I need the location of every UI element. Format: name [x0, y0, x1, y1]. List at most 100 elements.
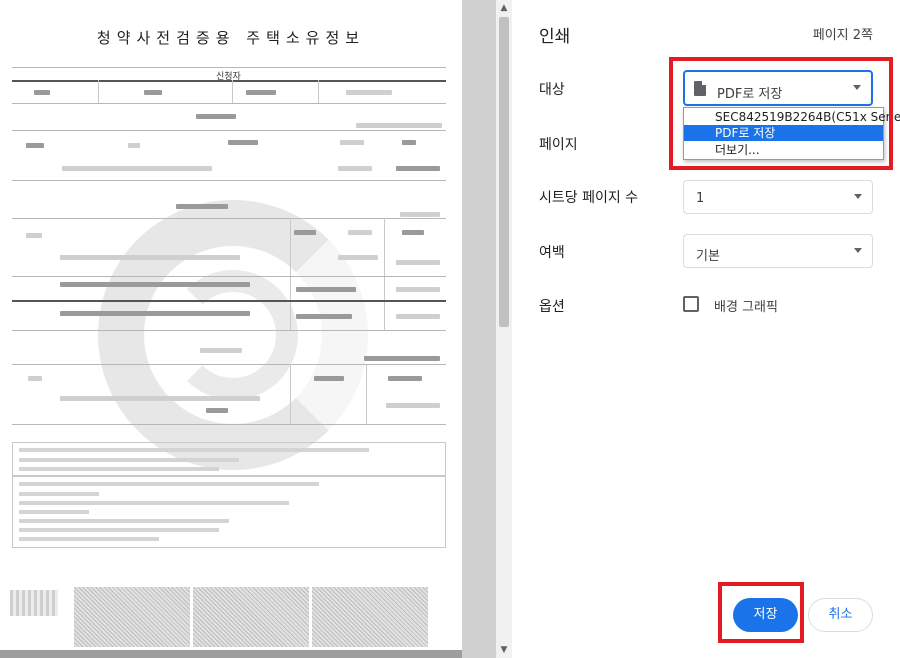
- table-divider: [366, 364, 367, 424]
- redacted-text: [346, 90, 392, 95]
- notice-text: [19, 501, 289, 505]
- redacted-text: [396, 260, 440, 265]
- redacted-text: [34, 90, 50, 95]
- redacted-text: [356, 123, 442, 128]
- redacted-text: [62, 166, 212, 171]
- table-divider: [290, 218, 291, 330]
- panel-title: 인쇄: [539, 27, 571, 47]
- background-graphics-checkbox[interactable]: [683, 296, 699, 312]
- notice-text: [19, 510, 89, 514]
- scroll-thumb[interactable]: [499, 17, 509, 327]
- destination-option-printer[interactable]: SEC842519B2264B(C51x Series): [684, 109, 900, 125]
- redacted-text: [294, 230, 316, 235]
- table-rule: [12, 276, 446, 277]
- destination-value: PDF로 저장: [717, 87, 783, 102]
- redacted-text: [386, 403, 440, 408]
- pages-per-sheet-value: 1: [696, 191, 705, 206]
- preview-scrollbar[interactable]: ▲ ▼: [496, 0, 512, 658]
- redacted-text: [26, 233, 42, 238]
- table-divider: [232, 80, 233, 103]
- margins-value: 기본: [696, 249, 720, 264]
- redacted-text: [144, 90, 162, 95]
- scroll-up-icon[interactable]: ▲: [496, 0, 512, 16]
- redacted-text: [196, 114, 236, 119]
- redacted-text: [60, 282, 250, 287]
- table-rule: [12, 130, 446, 131]
- print-preview: 청약사전검증용 주택소유정보 신청자 ▲ ▼: [0, 0, 512, 658]
- redacted-text: [206, 408, 228, 413]
- table-rule: [12, 218, 446, 219]
- notice-box: [12, 476, 446, 548]
- document-title: 청약사전검증용 주택소유정보: [96, 29, 366, 47]
- redacted-text: [60, 311, 250, 316]
- table-rule: [12, 103, 446, 104]
- table-rule: [12, 80, 446, 82]
- save-button[interactable]: 저장: [733, 598, 798, 632]
- redacted-text: [228, 140, 258, 145]
- notice-text: [19, 519, 229, 523]
- table-rule: [12, 364, 446, 365]
- notice-text: [19, 448, 369, 452]
- preview-page: 청약사전검증용 주택소유정보 신청자: [0, 0, 462, 650]
- table-rule: [12, 330, 446, 331]
- preview-background: [462, 0, 496, 658]
- barcode-noise: [312, 587, 428, 647]
- redacted-text: [396, 314, 440, 319]
- barcode-noise: [74, 587, 190, 647]
- redacted-text: [28, 376, 42, 381]
- table-divider: [318, 80, 319, 103]
- table-divider: [98, 80, 99, 103]
- redacted-text: [396, 287, 440, 292]
- table-rule: [12, 67, 446, 68]
- notice-text: [19, 492, 99, 496]
- background-graphics-label: 배경 그래픽: [714, 300, 778, 315]
- table-rule: [12, 424, 446, 425]
- barcode-stamp: [10, 590, 58, 616]
- margins-select[interactable]: 기본: [683, 234, 873, 268]
- redacted-text: [338, 255, 378, 260]
- redacted-text: [402, 230, 424, 235]
- destination-option-more[interactable]: 더보기...: [684, 142, 883, 158]
- destination-label: 대상: [539, 82, 565, 98]
- margins-label: 여백: [539, 245, 565, 261]
- redacted-text: [402, 140, 416, 145]
- redacted-text: [296, 287, 356, 292]
- page-count: 페이지 2쪽: [812, 28, 873, 43]
- destination-select[interactable]: PDF로 저장: [683, 70, 873, 106]
- watermark-inner: [168, 270, 298, 400]
- chevron-down-icon: [853, 85, 861, 90]
- redacted-text: [388, 376, 422, 381]
- chevron-down-icon: [854, 194, 862, 199]
- print-settings-panel: 인쇄 페이지 2쪽 대상 PDF로 저장 SEC842519B2264B(C51…: [512, 0, 900, 658]
- destination-option-save-pdf[interactable]: PDF로 저장: [684, 125, 883, 141]
- notice-text: [19, 482, 319, 486]
- redacted-text: [314, 376, 344, 381]
- redacted-text: [296, 314, 352, 319]
- scroll-down-icon[interactable]: ▼: [496, 642, 512, 658]
- table-divider: [290, 364, 291, 424]
- pages-label: 페이지: [539, 137, 578, 153]
- redacted-text: [340, 140, 364, 145]
- barcode-noise: [193, 587, 309, 647]
- redacted-text: [128, 143, 140, 148]
- notice-text: [19, 537, 159, 541]
- redacted-text: [246, 90, 276, 95]
- notice-text: [19, 528, 219, 532]
- redacted-text: [396, 166, 440, 171]
- redacted-text: [400, 212, 440, 217]
- redacted-text: [176, 204, 228, 209]
- redacted-text: [60, 396, 260, 401]
- table-rule: [12, 300, 446, 302]
- pages-per-sheet-select[interactable]: 1: [683, 180, 873, 214]
- destination-dropdown-menu: SEC842519B2264B(C51x Series) PDF로 저장 더보기…: [683, 107, 900, 160]
- document-icon: [694, 81, 706, 96]
- notice-box: [12, 442, 446, 476]
- table-rule: [12, 180, 446, 181]
- redacted-text: [364, 356, 440, 361]
- redacted-text: [60, 255, 240, 260]
- redacted-text: [200, 348, 242, 353]
- redacted-text: [348, 230, 372, 235]
- pages-per-sheet-label: 시트당 페이지 수: [539, 190, 639, 206]
- redacted-text: [338, 166, 372, 171]
- cancel-button[interactable]: 취소: [808, 598, 873, 632]
